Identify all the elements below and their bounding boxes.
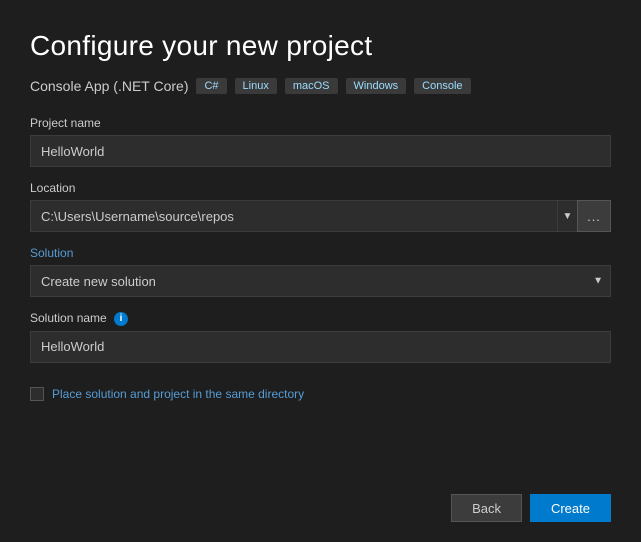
location-browse-button[interactable]: ... <box>577 200 611 232</box>
tag-windows: Windows <box>346 78 407 94</box>
solution-name-info-icon[interactable]: i <box>114 312 128 326</box>
create-button[interactable]: Create <box>530 494 611 522</box>
solution-name-input[interactable] <box>30 331 611 363</box>
page-title: Configure your new project <box>30 30 611 62</box>
project-name-label: Project name <box>30 116 611 130</box>
tag-linux: Linux <box>235 78 277 94</box>
back-button[interactable]: Back <box>451 494 522 522</box>
location-input[interactable] <box>30 200 557 232</box>
tag-csharp: C# <box>196 78 226 94</box>
location-dropdown-button[interactable]: ▼ <box>557 200 577 232</box>
same-directory-checkbox[interactable] <box>30 387 44 401</box>
project-template-name: Console App (.NET Core) <box>30 78 188 94</box>
solution-select-wrapper: Create new solutionAdd to solutionCreate… <box>30 265 611 297</box>
same-directory-row: Place solution and project in the same d… <box>30 387 611 401</box>
project-name-input[interactable] <box>30 135 611 167</box>
location-group: Location ▼ ... <box>30 181 611 232</box>
project-name-group: Project name <box>30 116 611 167</box>
location-row: ▼ ... <box>30 200 611 232</box>
tag-macos: macOS <box>285 78 338 94</box>
location-label: Location <box>30 181 611 195</box>
tag-console: Console <box>414 78 470 94</box>
same-directory-label[interactable]: Place solution and project in the same d… <box>52 387 304 401</box>
subtitle-row: Console App (.NET Core) C# Linux macOS W… <box>30 78 611 94</box>
solution-name-group: Solution name i <box>30 311 611 363</box>
solution-group: Solution Create new solutionAdd to solut… <box>30 246 611 297</box>
footer-buttons: Back Create <box>30 484 611 522</box>
solution-name-label: Solution name i <box>30 311 611 326</box>
solution-select[interactable]: Create new solutionAdd to solutionCreate… <box>30 265 611 297</box>
solution-label: Solution <box>30 246 611 260</box>
